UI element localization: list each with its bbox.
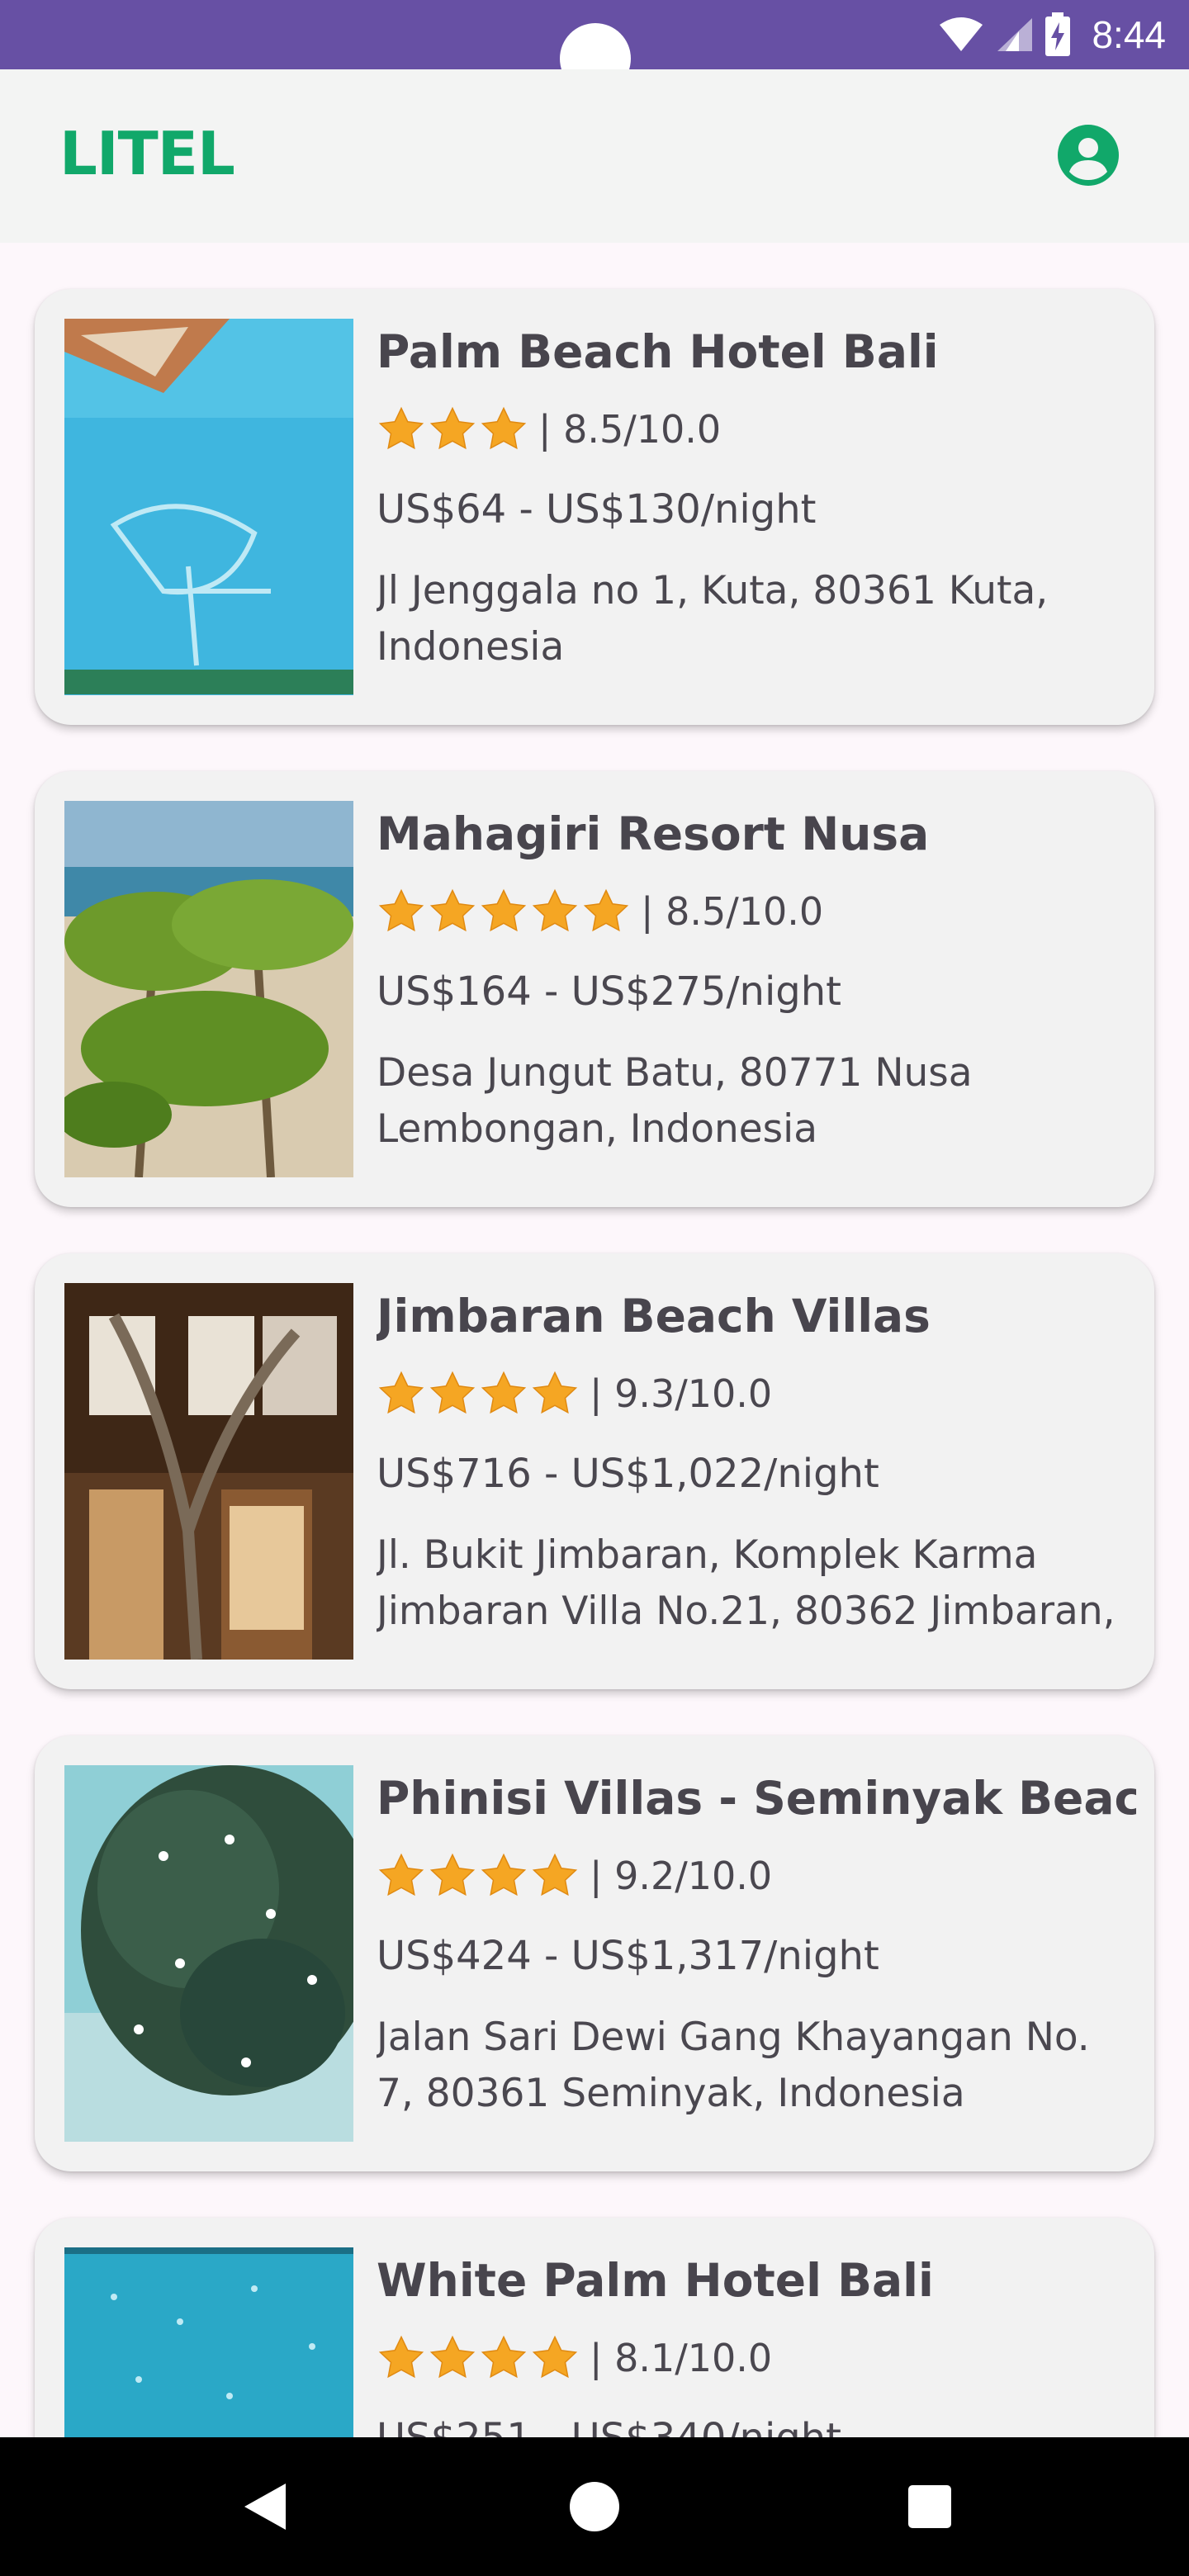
star-icon bbox=[429, 1853, 476, 1896]
hotel-photo bbox=[64, 1765, 353, 2142]
status-time: 8:44 bbox=[1092, 13, 1166, 56]
star-icon bbox=[532, 2335, 578, 2379]
account-circle-icon bbox=[1058, 125, 1119, 186]
status-icons: 8:44 bbox=[938, 10, 1166, 59]
hotel-address: Jalan Sari Dewi Gang Khayangan No. 7, 80… bbox=[377, 2015, 1090, 2116]
star-rating bbox=[377, 1851, 580, 1901]
review-score: | 9.2/10.0 bbox=[590, 1854, 773, 1898]
hotel-list[interactable]: Palm Beach Hotel Bali | 8.5/10.0 US$64 -… bbox=[0, 243, 1189, 2437]
hotel-photo bbox=[64, 801, 353, 1177]
star-icon bbox=[429, 888, 476, 932]
hotel-address: Jl. Bukit Jimbaran, Komplek Karma Jimbar… bbox=[377, 1532, 1116, 1634]
hotel-card[interactable]: Jimbaran Beach Villas | 9.3/10.0 US$716 … bbox=[35, 1253, 1154, 1689]
hotel-info: Jimbaran Beach Villas | 9.3/10.0 US$716 … bbox=[377, 1285, 1136, 1640]
price-range: US$164 - US$275/night bbox=[377, 968, 841, 1015]
star-icon bbox=[532, 1853, 578, 1896]
system-nav-bar bbox=[0, 2437, 1189, 2576]
star-icon bbox=[378, 1853, 424, 1896]
review-score: | 8.5/10.0 bbox=[538, 407, 722, 452]
star-icon bbox=[481, 1371, 527, 1414]
hotel-address: Jl Jenggala no 1, Kuta, 80361 Kuta, Indo… bbox=[377, 568, 1049, 670]
star-icon bbox=[532, 1371, 578, 1414]
hotel-info: Mahagiri Resort Nusa | 8.5/10.0 US$164 -… bbox=[377, 803, 1136, 1158]
hotel-name: Phinisi Villas - Seminyak Beach bbox=[377, 1772, 1136, 1825]
star-icon bbox=[481, 1853, 527, 1896]
star-icon bbox=[429, 1371, 476, 1414]
hotel-card[interactable]: Mahagiri Resort Nusa | 8.5/10.0 US$164 -… bbox=[35, 771, 1154, 1207]
review-score: | 9.3/10.0 bbox=[590, 1371, 773, 1416]
hotel-info: White Palm Hotel Bali | 8.1/10.0 US$251 … bbox=[377, 2249, 1136, 2437]
hotel-card[interactable]: Phinisi Villas - Seminyak Beach | 9.2/10… bbox=[35, 1735, 1154, 2171]
star-icon bbox=[378, 888, 424, 932]
hotel-name: Jimbaran Beach Villas bbox=[377, 1290, 931, 1342]
price-range: US$64 - US$130/night bbox=[377, 486, 817, 533]
battery-charging-icon bbox=[1045, 12, 1071, 56]
hotel-name: Mahagiri Resort Nusa bbox=[377, 807, 930, 860]
recents-button[interactable] bbox=[898, 2475, 961, 2538]
star-icon bbox=[481, 888, 527, 932]
star-icon bbox=[429, 406, 476, 450]
rating-row: | 8.5/10.0 bbox=[377, 878, 1136, 945]
star-icon bbox=[378, 2335, 424, 2379]
hotel-name: White Palm Hotel Bali bbox=[377, 2254, 934, 2307]
profile-button[interactable] bbox=[1057, 124, 1120, 187]
rating-row: | 8.5/10.0 bbox=[377, 396, 1136, 462]
star-rating bbox=[377, 887, 631, 936]
hotel-name: Palm Beach Hotel Bali bbox=[377, 325, 939, 378]
home-button[interactable] bbox=[563, 2475, 626, 2538]
rating-row: | 8.1/10.0 bbox=[377, 2325, 1136, 2391]
star-rating bbox=[377, 1369, 580, 1418]
price-range: US$716 - US$1,022/night bbox=[377, 1451, 879, 1497]
star-icon bbox=[429, 2335, 476, 2379]
hotel-info: Phinisi Villas - Seminyak Beach | 9.2/10… bbox=[377, 1767, 1136, 2122]
hotel-card[interactable]: Palm Beach Hotel Bali | 8.5/10.0 US$64 -… bbox=[35, 289, 1154, 725]
star-icon bbox=[481, 406, 527, 450]
star-rating bbox=[377, 405, 528, 454]
review-score: | 8.5/10.0 bbox=[641, 889, 824, 934]
star-icon bbox=[378, 406, 424, 450]
rating-row: | 9.3/10.0 bbox=[377, 1361, 1136, 1427]
home-circle-icon bbox=[570, 2482, 619, 2531]
star-rating bbox=[377, 2333, 580, 2383]
hotel-photo bbox=[64, 2247, 353, 2437]
app-bar: LITEL bbox=[0, 69, 1189, 243]
hotel-info: Palm Beach Hotel Bali | 8.5/10.0 US$64 -… bbox=[377, 320, 1136, 675]
back-triangle-icon bbox=[244, 2484, 286, 2530]
app-logo: LITEL bbox=[59, 119, 235, 188]
star-icon bbox=[481, 2335, 527, 2379]
hotel-card[interactable]: White Palm Hotel Bali | 8.1/10.0 US$251 … bbox=[35, 2218, 1154, 2437]
star-icon bbox=[532, 888, 578, 932]
recents-square-icon bbox=[908, 2485, 951, 2528]
rating-row: | 9.2/10.0 bbox=[377, 1843, 1136, 1909]
star-icon bbox=[378, 1371, 424, 1414]
star-icon bbox=[583, 888, 629, 932]
hotel-photo bbox=[64, 1283, 353, 1660]
price-range: US$424 - US$1,317/night bbox=[377, 1933, 879, 1979]
review-score: | 8.1/10.0 bbox=[590, 2336, 773, 2380]
back-button[interactable] bbox=[233, 2475, 296, 2538]
price-range: US$251 - US$340/night bbox=[377, 2409, 1136, 2437]
hotel-photo bbox=[64, 319, 353, 695]
hotel-address: Desa Jungut Batu, 80771 Nusa Lembongan, … bbox=[377, 1050, 973, 1152]
signal-icon bbox=[997, 18, 1033, 51]
wifi-icon bbox=[940, 17, 983, 51]
